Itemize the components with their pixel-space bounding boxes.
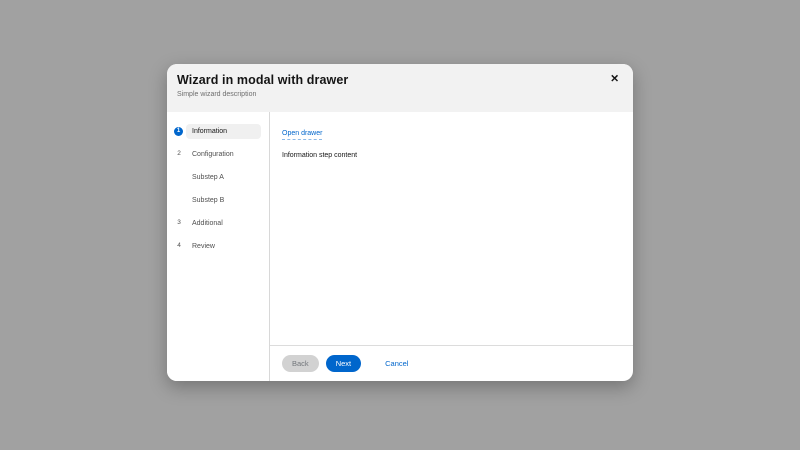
wizard-step-information[interactable]: 1 Information <box>167 120 269 143</box>
modal-backdrop: Wizard in modal with drawer Simple wizar… <box>0 0 800 450</box>
step-label: Additional <box>192 220 223 227</box>
cancel-button[interactable]: Cancel <box>385 359 408 368</box>
modal-body: 1 Information 2 Configuration Substep A … <box>167 112 633 381</box>
close-icon: ✕ <box>610 73 619 85</box>
step-number: 4 <box>177 242 181 250</box>
wizard-substep-a[interactable]: Substep A <box>167 166 269 189</box>
step-label: Information <box>186 124 261 139</box>
back-button[interactable]: Back <box>282 355 319 372</box>
step-label: Substep A <box>192 174 224 181</box>
wizard-step-nav: 1 Information 2 Configuration Substep A … <box>167 112 270 381</box>
wizard-main: Open drawer Information step content Bac… <box>270 112 633 381</box>
step-label: Configuration <box>192 151 234 158</box>
step-label: Review <box>192 243 215 250</box>
modal-description: Simple wizard description <box>177 91 257 98</box>
close-button[interactable]: ✕ <box>606 72 623 87</box>
step-number: 2 <box>177 150 181 158</box>
open-drawer-link[interactable]: Open drawer <box>282 130 323 141</box>
modal-header: Wizard in modal with drawer Simple wizar… <box>167 64 633 112</box>
wizard-step-review[interactable]: 4 Review <box>167 235 269 258</box>
wizard-step-additional[interactable]: 3 Additional <box>167 212 269 235</box>
modal-title: Wizard in modal with drawer <box>177 73 349 87</box>
wizard-step-content: Open drawer Information step content <box>270 112 633 345</box>
step-number-badge: 1 <box>174 127 183 136</box>
wizard-modal: Wizard in modal with drawer Simple wizar… <box>167 64 633 381</box>
step-number: 3 <box>177 219 181 227</box>
step-label: Substep B <box>192 197 225 204</box>
wizard-substep-b[interactable]: Substep B <box>167 189 269 212</box>
wizard-footer: Back Next Cancel <box>270 345 633 381</box>
next-button[interactable]: Next <box>325 355 362 372</box>
wizard-step-configuration[interactable]: 2 Configuration <box>167 143 269 166</box>
step-content-text: Information step content <box>282 152 358 160</box>
